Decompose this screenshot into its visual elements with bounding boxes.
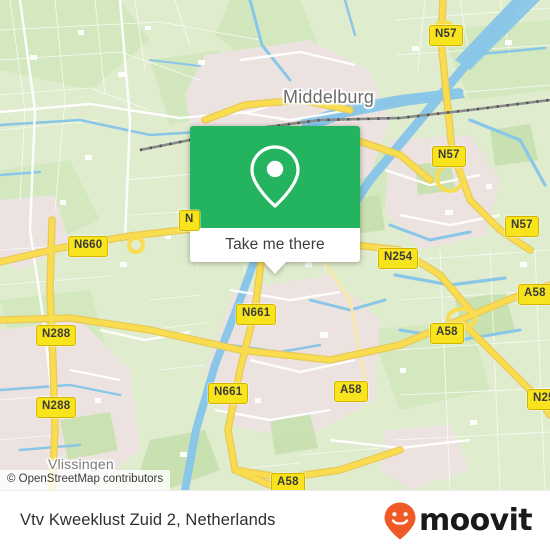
road-shield-a58[interactable]: A58 [334,381,368,402]
road-shield-n254[interactable]: N254 [527,389,550,410]
road-shield-n288[interactable]: N288 [36,397,77,418]
location-popup-card[interactable]: Take me there [190,126,360,274]
road-shield-n57[interactable]: N57 [429,25,463,46]
bottom-info-bar: Vtv Kweeklust Zuid 2, Netherlands moovit [0,490,550,550]
road-shield-n57[interactable]: N57 [505,216,539,237]
popup-card-header [190,126,360,228]
road-shield-n660[interactable]: N660 [68,236,109,257]
map-pin-icon [250,145,300,208]
address-label: Vtv Kweeklust Zuid 2, Netherlands [20,511,276,529]
road-shield-n57[interactable]: N57 [432,146,466,167]
road-shield-a58[interactable]: A58 [271,473,305,490]
road-shield-n254[interactable]: N254 [378,248,419,269]
moovit-wordmark: moovit [418,502,533,538]
road-shield-a58[interactable]: A58 [430,323,464,344]
take-me-there-label: Take me there [225,236,325,253]
road-shield-n661[interactable]: N661 [208,383,249,404]
moovit-map-screen: Middelburg Vlissingen N57 N57 N57 N254 A… [0,0,550,550]
map-canvas[interactable]: Middelburg Vlissingen N57 N57 N57 N254 A… [0,0,550,490]
moovit-smiley-pin-icon [384,502,416,539]
road-shield-n661[interactable]: N661 [236,304,277,325]
osm-attribution[interactable]: © OpenStreetMap contributors [0,469,171,490]
moovit-logo[interactable]: moovit [383,501,533,541]
road-shield-n288[interactable]: N288 [36,325,77,346]
road-shield-partial[interactable]: N [179,210,200,231]
road-shield-a58[interactable]: A58 [518,284,550,305]
popup-card-footer[interactable]: Take me there [190,228,360,274]
popup-tail-pointer [264,262,286,274]
